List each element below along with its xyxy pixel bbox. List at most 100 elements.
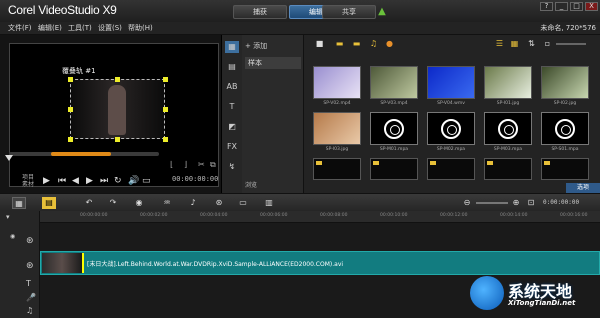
volume-icon[interactable]: 🔊 [128, 176, 139, 186]
music-track-icon[interactable]: ♫ [26, 306, 33, 315]
fit-project-icon[interactable]: ⊡ [524, 197, 538, 209]
transition-icon[interactable]: AB [225, 81, 239, 93]
scrub-head[interactable] [5, 155, 13, 161]
prev-frame-icon[interactable]: ◀ [72, 176, 79, 186]
minimize-button[interactable]: _ [555, 2, 568, 11]
zoom-slider[interactable] [476, 202, 508, 204]
media-library-icon[interactable]: ▦ [225, 41, 239, 53]
resize-handle[interactable] [115, 77, 120, 82]
library-thumbnail[interactable] [484, 158, 532, 180]
multi-camera-icon[interactable]: ▥ [262, 197, 276, 209]
menu-help[interactable]: 帮助(H) [128, 23, 153, 33]
show-videos-icon[interactable]: ▬ [334, 39, 345, 48]
browse-button[interactable]: 浏览 [245, 180, 257, 189]
trim-range[interactable] [51, 152, 111, 156]
close-button[interactable]: X [585, 2, 598, 11]
next-frame-icon[interactable]: ▶ [86, 176, 93, 186]
resize-handle[interactable] [68, 137, 73, 142]
maximize-button[interactable]: □ [570, 2, 583, 11]
zoom-in-icon[interactable]: ⊕ [509, 197, 523, 209]
preview-screen[interactable]: 覆叠轨 #1 [9, 43, 219, 187]
library-thumbnail[interactable] [484, 112, 532, 145]
zoom-out-icon[interactable]: ⊖ [460, 197, 474, 209]
storyboard-view-icon[interactable]: ▦ [12, 197, 26, 209]
options-button[interactable]: 选项 [566, 183, 600, 193]
menu-tools[interactable]: 工具(T) [68, 23, 92, 33]
mark-out-icon[interactable]: ⌋ [184, 160, 187, 169]
library-thumbnail[interactable] [313, 112, 361, 145]
path-icon[interactable]: ↯ [225, 161, 239, 173]
thumbnail-view-icon[interactable]: ▦ [509, 39, 520, 48]
resize-handle[interactable] [115, 137, 120, 142]
resize-handle[interactable] [163, 77, 168, 82]
mode-project-label[interactable]: 项目 [22, 174, 34, 181]
folder-icon[interactable]: ■ [314, 39, 325, 48]
library-thumbnail[interactable] [370, 66, 418, 99]
library-thumbnail[interactable] [370, 112, 418, 145]
resize-handle[interactable] [163, 107, 168, 112]
track-visibility-icon[interactable]: ◉ [10, 233, 15, 240]
library-thumbnail[interactable] [541, 112, 589, 145]
library-thumbnail[interactable] [427, 158, 475, 180]
tab-share[interactable]: 共享 [322, 5, 376, 19]
folder-sample[interactable]: 样本 [245, 57, 301, 69]
home-icon[interactable]: ⏮ [58, 176, 66, 186]
overlay-bounding-box[interactable] [70, 79, 165, 139]
timeline-ruler[interactable]: 00:00:00:00 00:00:02:00 00:00:04:00 00:00:0… [40, 211, 600, 223]
import-icon[interactable]: ● [384, 39, 395, 48]
library-thumbnail[interactable] [313, 158, 361, 180]
title-track-icon[interactable]: T [26, 279, 31, 288]
mark-in-icon[interactable]: ⌊ [170, 160, 173, 169]
library-thumbnail[interactable] [427, 112, 475, 145]
menu-edit[interactable]: 编辑(E) [38, 23, 62, 33]
redo-icon[interactable]: ↷ [106, 197, 120, 209]
video-track-icon[interactable]: ⊛ [26, 236, 34, 246]
title-icon[interactable]: T [225, 101, 239, 113]
instant-project-icon[interactable]: ▤ [225, 61, 239, 73]
preview-timecode[interactable]: 00:00:00:00 [172, 175, 218, 183]
show-photos-icon[interactable]: ▬ [351, 39, 362, 48]
track-manager-icon[interactable]: ▾ [6, 213, 10, 221]
resize-handle[interactable] [68, 77, 73, 82]
auto-music-icon[interactable]: ♪ [186, 197, 200, 209]
overlay-track-icon[interactable]: ⊛ [26, 261, 34, 271]
help-button[interactable]: ? [540, 2, 553, 11]
library-thumbnail[interactable] [313, 66, 361, 99]
menu-file[interactable]: 文件(F) [8, 23, 32, 33]
sound-mixer-icon[interactable]: ♒ [160, 197, 174, 209]
enlarge-preview-icon[interactable]: ⧉ [210, 160, 216, 170]
repeat-icon[interactable]: ↻ [114, 176, 122, 186]
hd-icon[interactable]: ▭ [142, 176, 151, 186]
filter-icon[interactable]: FX [225, 141, 239, 153]
subtitle-editor-icon[interactable]: ▭ [236, 197, 250, 209]
upload-arrow-icon[interactable]: ▲ [376, 6, 388, 18]
clip-filename: [末日大战].Left.Behind.World.at.War.DVDRip.X… [87, 261, 344, 268]
mode-clip-label[interactable]: 素材 [22, 181, 34, 188]
voice-track-icon[interactable]: 🎤 [26, 293, 36, 302]
library-thumbnail[interactable] [541, 158, 589, 180]
timeline-timecode[interactable]: 0:00:00:00 [543, 199, 579, 206]
record-capture-icon[interactable]: ◉ [132, 197, 146, 209]
library-thumbnail[interactable] [484, 66, 532, 99]
library-thumbnail[interactable] [370, 158, 418, 180]
sort-icon[interactable]: ⇅ [526, 39, 537, 48]
undo-icon[interactable]: ↶ [82, 197, 96, 209]
resize-handle[interactable] [68, 107, 73, 112]
split-clip-icon[interactable]: ✂ [198, 160, 205, 169]
thumbnail-label: SP-I02.jpg [553, 101, 577, 106]
library-thumbnail[interactable] [427, 66, 475, 99]
timeline-view-icon[interactable]: ▤ [42, 197, 56, 209]
menu-settings[interactable]: 设置(S) [98, 23, 122, 33]
graphic-icon[interactable]: ◩ [225, 121, 239, 133]
list-view-icon[interactable]: ☰ [494, 39, 505, 48]
motion-tracking-icon[interactable]: ⊛ [212, 197, 226, 209]
add-folder-button[interactable]: + 添加 [245, 41, 267, 51]
end-icon[interactable]: ⏭ [100, 176, 108, 186]
show-audio-icon[interactable]: ♫ [368, 39, 379, 48]
library-thumbnail[interactable] [541, 66, 589, 99]
play-icon[interactable]: ▶ [43, 176, 50, 186]
ruler-tick-label: 00:00:08:00 [320, 213, 348, 218]
resize-handle[interactable] [163, 137, 168, 142]
tab-capture[interactable]: 捕获 [233, 5, 287, 19]
thumb-size-slider[interactable] [556, 43, 586, 45]
